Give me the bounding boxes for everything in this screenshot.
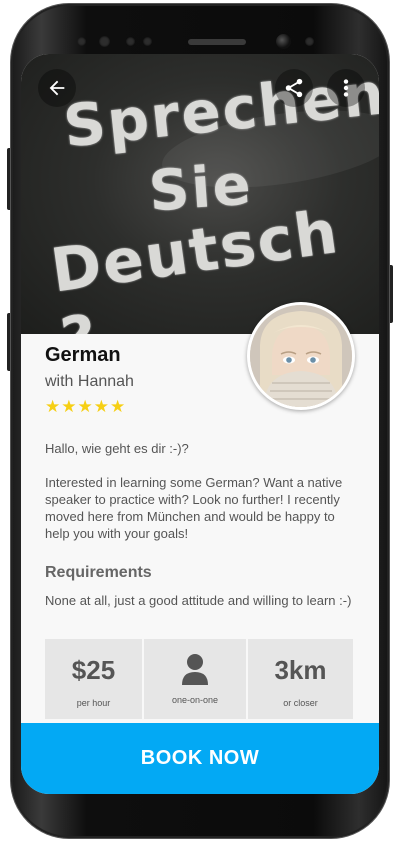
description-greeting: Hallo, wie geht es dir :-)? [45, 441, 189, 456]
share-icon [285, 78, 303, 98]
sensor-dot [143, 37, 152, 46]
sensor-dot [305, 37, 314, 46]
star-icon: ★ [77, 397, 93, 416]
format-stat: one-on-one [144, 639, 246, 719]
star-icon: ★ [110, 397, 126, 416]
book-now-button[interactable]: BOOK NOW [21, 723, 379, 794]
description-body: Interested in learning some German? Want… [45, 475, 343, 541]
rating-stars: ★ ★ ★ ★ ★ [45, 398, 125, 415]
phone-top-bezel [71, 32, 351, 52]
format-label: one-on-one [171, 695, 219, 705]
distance-stat: 3km or closer [248, 639, 353, 719]
more-vertical-icon [343, 79, 349, 97]
star-icon: ★ [45, 397, 61, 416]
arrow-back-icon [49, 80, 65, 96]
tutor-name: with Hannah [45, 373, 134, 390]
hero-image: Sprechen Sie Deutsch ? [21, 54, 379, 334]
app-screen: Sprechen Sie Deutsch ? [21, 54, 379, 794]
course-title: German [45, 344, 121, 366]
price-value: $25 [71, 655, 116, 685]
sensor-dot [77, 37, 86, 46]
tutor-photo [250, 305, 352, 407]
share-button[interactable] [275, 69, 313, 107]
sensor-dot [126, 37, 135, 46]
more-options-button[interactable] [327, 69, 365, 107]
back-button[interactable] [38, 69, 76, 107]
distance-label: or closer [283, 698, 318, 708]
price-stat: $25 per hour [45, 639, 142, 719]
star-icon: ★ [61, 397, 77, 416]
earpiece-speaker [188, 39, 246, 45]
star-icon: ★ [93, 397, 109, 416]
requirements-heading: Requirements [45, 564, 152, 581]
front-camera [276, 34, 291, 49]
price-label: per hour [76, 698, 111, 708]
person-icon [181, 653, 209, 685]
tutor-avatar[interactable] [247, 302, 355, 410]
stats-row: $25 per hour one-on-one 3km or closer [45, 639, 355, 719]
distance-value: 3km [274, 655, 327, 685]
requirements-text: None at all, just a good attitude and wi… [45, 593, 352, 608]
sensor-dot [99, 36, 110, 47]
